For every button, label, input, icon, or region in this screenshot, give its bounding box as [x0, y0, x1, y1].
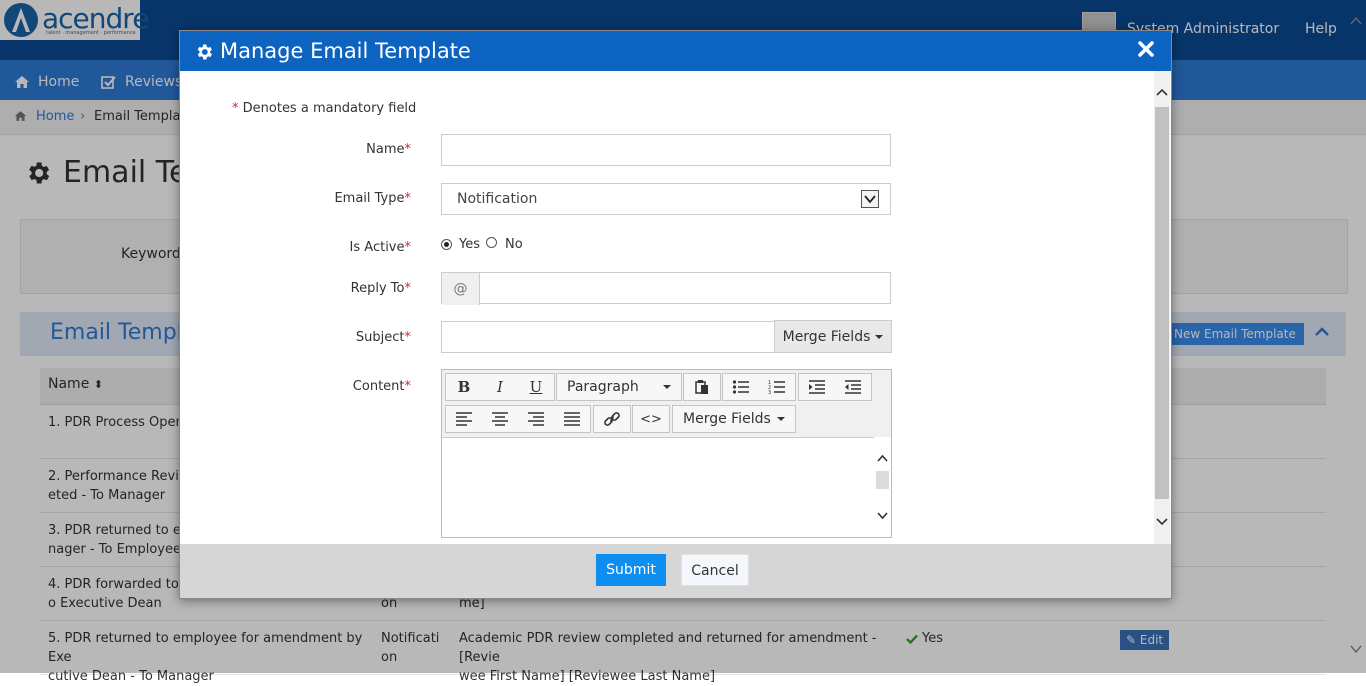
- content-label: Content*: [280, 379, 411, 394]
- format-select[interactable]: Paragraph: [556, 373, 682, 401]
- required-asterisk: *: [404, 240, 412, 255]
- name-label-text: Name: [366, 142, 405, 157]
- manage-email-template-modal: Manage Email Template * Denotes a mandat…: [179, 30, 1172, 599]
- toolbar-group-indent: [798, 373, 872, 401]
- subject-label-text: Subject: [355, 330, 405, 345]
- toolbar-group-link: [593, 405, 631, 433]
- is-active-yes-radio[interactable]: [441, 239, 452, 250]
- modal-scrollbar[interactable]: [1154, 71, 1170, 544]
- numbered-list-button[interactable]: 123: [759, 374, 795, 400]
- align-center-button[interactable]: [482, 406, 518, 432]
- chevron-down-icon[interactable]: [861, 190, 879, 208]
- bullet-list-icon: [732, 380, 749, 394]
- code-icon: <>: [640, 411, 662, 427]
- is-active-no-label: No: [505, 237, 523, 252]
- cancel-button[interactable]: Cancel: [681, 554, 749, 586]
- required-asterisk: *: [404, 142, 412, 157]
- source-code-button[interactable]: <>: [633, 406, 669, 432]
- submit-button[interactable]: Submit: [596, 554, 666, 586]
- name-label: Name*: [280, 142, 411, 157]
- clipboard-icon: [695, 380, 708, 394]
- toolbar-group-code: <>: [632, 405, 670, 433]
- italic-button[interactable]: I: [482, 374, 518, 400]
- reply-to-label-text: Reply To: [350, 281, 405, 296]
- indent-icon: [809, 380, 825, 394]
- caret-down-icon: [875, 334, 884, 339]
- is-active-radio-group: Yes No: [441, 237, 523, 252]
- modal-footer: Submit Cancel: [180, 544, 1171, 598]
- close-icon[interactable]: [1137, 40, 1155, 58]
- is-active-yes-label: Yes: [459, 237, 480, 252]
- scroll-down-icon[interactable]: [1156, 515, 1168, 527]
- bold-button[interactable]: B: [446, 374, 482, 400]
- required-asterisk: *: [404, 281, 412, 296]
- mandatory-note: * Denotes a mandatory field: [232, 101, 416, 116]
- align-left-button[interactable]: [446, 406, 482, 432]
- gear-icon: [197, 44, 212, 60]
- indent-button[interactable]: [799, 374, 835, 400]
- reply-to-input[interactable]: @: [441, 272, 891, 305]
- mandatory-note-text: Denotes a mandatory field: [242, 101, 417, 116]
- align-right-button[interactable]: [518, 406, 554, 432]
- editor-content-area[interactable]: [442, 437, 874, 537]
- subject-label: Subject*: [280, 330, 411, 345]
- toolbar-group-paste: [683, 373, 721, 401]
- toolbar-group-align: [445, 405, 591, 433]
- required-asterisk: *: [404, 191, 412, 206]
- modal-body: * Denotes a mandatory field Name* Email …: [180, 71, 1171, 544]
- is-active-label: Is Active*: [280, 240, 411, 255]
- email-type-label-text: Email Type: [334, 191, 405, 206]
- name-input[interactable]: [441, 134, 891, 166]
- editor-toolbar: B I U Paragraph 123 <> Merge Fields: [442, 370, 891, 438]
- link-icon: [604, 412, 620, 426]
- reply-to-label: Reply To*: [280, 281, 411, 296]
- bold-icon: B: [457, 378, 471, 396]
- underline-icon: U: [529, 378, 543, 396]
- editor-merge-fields-button[interactable]: Merge Fields: [672, 405, 796, 433]
- email-type-label: Email Type*: [280, 191, 411, 206]
- required-asterisk: *: [232, 101, 239, 116]
- content-label-text: Content: [352, 379, 405, 394]
- content-rich-text-editor: B I U Paragraph 123 <> Merge Fields: [441, 369, 892, 538]
- email-type-select[interactable]: Notification: [441, 183, 891, 215]
- email-type-selected-value: Notification: [457, 191, 538, 207]
- caret-down-icon: [776, 417, 785, 421]
- caret-down-icon: [663, 385, 671, 389]
- bullet-list-button[interactable]: [723, 374, 759, 400]
- format-select-value: Paragraph: [567, 379, 639, 395]
- is-active-label-text: Is Active: [349, 240, 405, 255]
- align-center-icon: [492, 412, 508, 426]
- modal-header: Manage Email Template: [180, 31, 1171, 71]
- editor-scrollbar[interactable]: [874, 437, 891, 537]
- merge-fields-label: Merge Fields: [782, 328, 871, 345]
- align-right-icon: [528, 412, 544, 426]
- outdent-button[interactable]: [835, 374, 871, 400]
- svg-text:3: 3: [768, 390, 771, 395]
- toolbar-group-lists: 123: [722, 373, 796, 401]
- insert-link-button[interactable]: [594, 406, 630, 432]
- required-asterisk: *: [404, 379, 412, 394]
- subject-input[interactable]: [441, 321, 776, 353]
- at-sign-addon: @: [442, 273, 480, 305]
- modal-scrollbar-thumb[interactable]: [1155, 107, 1169, 499]
- merge-fields-label: Merge Fields: [683, 411, 771, 427]
- required-asterisk: *: [404, 330, 412, 345]
- toolbar-group-text-style: B I U: [445, 373, 555, 401]
- subject-merge-fields-button[interactable]: Merge Fields: [774, 320, 892, 353]
- align-justify-button[interactable]: [554, 406, 590, 432]
- underline-button[interactable]: U: [518, 374, 554, 400]
- italic-icon: I: [497, 378, 503, 396]
- scroll-up-icon[interactable]: [1156, 87, 1168, 99]
- paste-button[interactable]: [684, 374, 720, 400]
- align-justify-icon: [564, 412, 580, 426]
- align-left-icon: [456, 412, 472, 426]
- numbered-list-icon: 123: [768, 380, 785, 395]
- outdent-icon: [845, 380, 861, 394]
- modal-title: Manage Email Template: [220, 39, 471, 63]
- is-active-no-radio[interactable]: [486, 237, 497, 248]
